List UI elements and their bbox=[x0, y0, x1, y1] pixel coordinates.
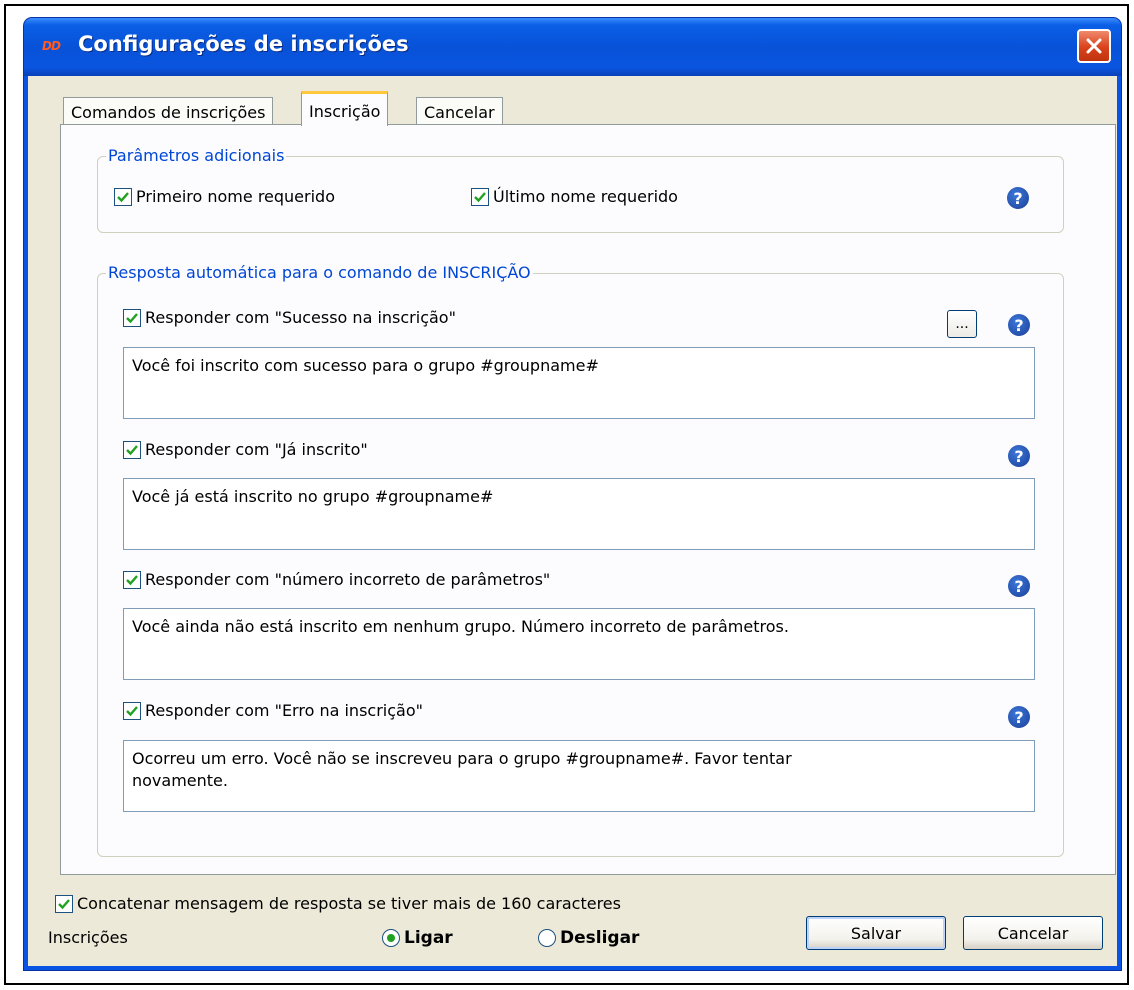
help-icon[interactable]: ? bbox=[1008, 314, 1030, 336]
reply-already-subscribed-text[interactable]: Você já está inscrito no grupo #groupnam… bbox=[123, 478, 1035, 550]
reply-wrong-params-text[interactable]: Você ainda não está inscrito em nenhum g… bbox=[123, 608, 1035, 680]
radio-off[interactable]: Desligar bbox=[538, 928, 639, 948]
reply-error-text[interactable]: Ocorreu um erro. Você não se inscreveu p… bbox=[123, 740, 1035, 812]
subscriptions-label: Inscrições bbox=[48, 928, 128, 947]
checkmark-icon bbox=[474, 191, 486, 202]
concat-message-checkbox[interactable]: Concatenar mensagem de resposta se tiver… bbox=[55, 894, 621, 913]
save-button[interactable]: Salvar bbox=[806, 916, 946, 950]
close-icon bbox=[1086, 38, 1102, 54]
checkmark-icon bbox=[117, 191, 129, 202]
reply-already-subscribed-checkbox[interactable]: Responder com "Já inscrito" bbox=[123, 440, 368, 459]
radio-selected-dot bbox=[387, 934, 395, 942]
last-name-required-checkbox[interactable]: Último nome requerido bbox=[471, 187, 678, 206]
checkbox-box[interactable] bbox=[123, 701, 141, 720]
checkmark-icon bbox=[126, 312, 138, 323]
checkbox-box[interactable] bbox=[471, 187, 489, 206]
reply-success-label: Responder com "Sucesso na inscrição" bbox=[145, 308, 456, 327]
last-name-required-label: Último nome requerido bbox=[493, 187, 678, 206]
checkbox-box[interactable] bbox=[123, 440, 141, 459]
additional-params-title: Parâmetros adicionais bbox=[106, 146, 287, 165]
help-icon[interactable]: ? bbox=[1008, 706, 1030, 728]
checkbox-box[interactable] bbox=[123, 570, 141, 589]
auto-reply-title: Resposta automática para o comando de IN… bbox=[106, 263, 533, 282]
reply-error-checkbox[interactable]: Responder com "Erro na inscrição" bbox=[123, 701, 423, 720]
cancel-button[interactable]: Cancelar bbox=[963, 916, 1103, 950]
reply-wrong-params-label: Responder com "número incorreto de parâm… bbox=[145, 570, 551, 589]
tab-cancel[interactable]: Cancelar bbox=[416, 97, 503, 125]
checkmark-icon bbox=[126, 574, 138, 585]
radio-circle[interactable] bbox=[538, 929, 556, 947]
help-icon[interactable]: ? bbox=[1007, 187, 1029, 209]
checkbox-box[interactable] bbox=[55, 894, 73, 913]
radio-on-label: Ligar bbox=[404, 928, 453, 948]
edit-message-button[interactable]: ... bbox=[947, 310, 977, 338]
first-name-required-checkbox[interactable]: Primeiro nome requerido bbox=[114, 187, 335, 206]
reply-error-label: Responder com "Erro na inscrição" bbox=[145, 701, 423, 720]
help-icon[interactable]: ? bbox=[1008, 575, 1030, 597]
tab-commands[interactable]: Comandos de inscrições bbox=[63, 97, 274, 125]
reply-wrong-params-checkbox[interactable]: Responder com "número incorreto de parâm… bbox=[123, 570, 550, 589]
checkbox-box[interactable] bbox=[123, 308, 141, 327]
first-name-required-label: Primeiro nome requerido bbox=[136, 187, 335, 206]
help-icon[interactable]: ? bbox=[1008, 445, 1030, 467]
radio-off-label: Desligar bbox=[560, 928, 640, 948]
auto-reply-group: Resposta automática para o comando de IN… bbox=[97, 263, 1064, 857]
checkbox-box[interactable] bbox=[114, 187, 132, 206]
reply-success-text[interactable]: Você foi inscrito com sucesso para o gru… bbox=[123, 347, 1035, 419]
close-button[interactable] bbox=[1077, 29, 1111, 63]
reply-already-subscribed-label: Responder com "Já inscrito" bbox=[145, 440, 368, 459]
title-bar[interactable]: DD Configurações de inscrições bbox=[24, 18, 1121, 76]
dialog-window: DD Configurações de inscrições Comandos … bbox=[24, 18, 1121, 970]
checkmark-icon bbox=[126, 444, 138, 455]
concat-message-label: Concatenar mensagem de resposta se tiver… bbox=[77, 894, 621, 913]
reply-success-checkbox[interactable]: Responder com "Sucesso na inscrição" bbox=[123, 308, 456, 327]
radio-on[interactable]: Ligar bbox=[382, 928, 453, 948]
tab-subscription[interactable]: Inscrição bbox=[301, 91, 389, 126]
tab-panel: Parâmetros adicionais Primeiro nome requ… bbox=[60, 124, 1116, 875]
checkmark-icon bbox=[126, 705, 138, 716]
checkmark-icon bbox=[58, 898, 70, 909]
app-logo-icon: DD bbox=[42, 39, 61, 53]
dialog-client-area: Comandos de inscrições Inscrição Cancela… bbox=[28, 76, 1117, 966]
radio-circle[interactable] bbox=[382, 929, 400, 947]
additional-params-group: Parâmetros adicionais Primeiro nome requ… bbox=[97, 146, 1064, 233]
window-title: Configurações de inscrições bbox=[78, 32, 409, 56]
